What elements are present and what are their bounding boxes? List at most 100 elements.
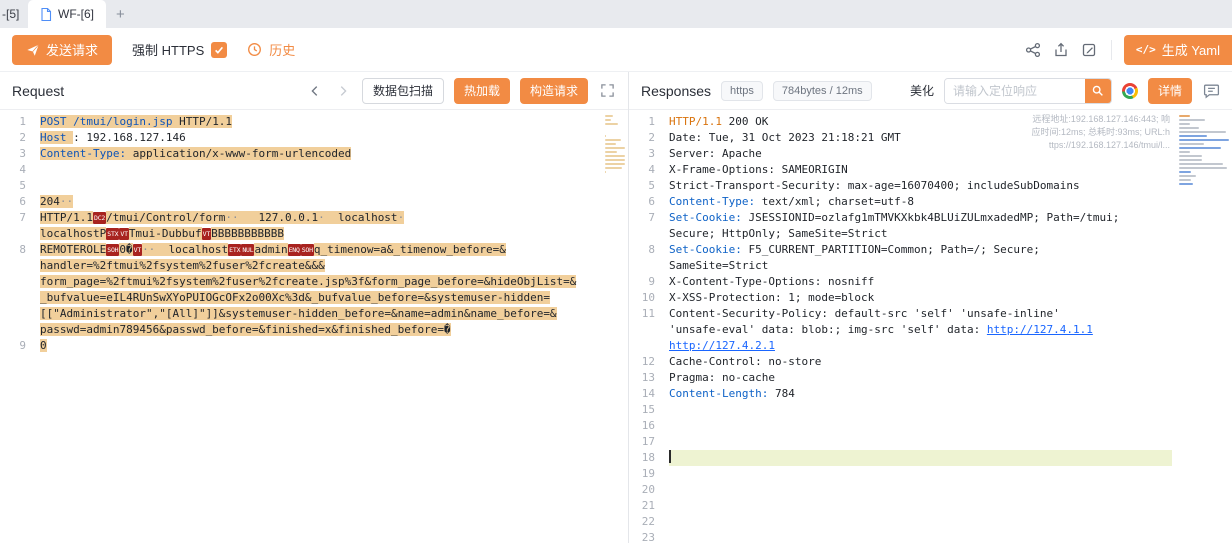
code-line[interactable]: X-XSS-Protection: 1; mode=block bbox=[669, 290, 1172, 306]
response-minimap[interactable] bbox=[1176, 110, 1232, 543]
share-icon[interactable] bbox=[1019, 36, 1047, 64]
chrome-icon[interactable] bbox=[1122, 83, 1138, 99]
chevron-right-icon[interactable] bbox=[334, 82, 352, 100]
code-line[interactable]: SameSite=Strict bbox=[669, 258, 1172, 274]
packet-scan-button[interactable]: 数据包扫描 bbox=[362, 78, 444, 104]
tab-active-webfuzzer[interactable]: WF-[6] bbox=[28, 0, 106, 28]
detail-button[interactable]: 详情 bbox=[1148, 78, 1192, 104]
code-line[interactable]: [["Administrator","[All]"]]&systemuser-h… bbox=[40, 306, 600, 322]
code-row[interactable]: 7HTTP/1.1DC2/tmui/Control/form·· 127.0.0… bbox=[0, 210, 628, 226]
code-row[interactable]: 21 bbox=[629, 498, 1232, 514]
code-row[interactable]: 20 bbox=[629, 482, 1232, 498]
code-row[interactable]: 4X-Frame-Options: SAMEORIGIN bbox=[629, 162, 1232, 178]
export-icon[interactable] bbox=[1047, 36, 1075, 64]
code-line[interactable]: POST /tmui/login.jsp HTTP/1.1 bbox=[40, 114, 600, 130]
code-row[interactable]: 11Content-Security-Policy: default-src '… bbox=[629, 306, 1232, 322]
force-https-checkbox[interactable] bbox=[211, 42, 227, 58]
add-tab-button[interactable]: + bbox=[106, 0, 135, 28]
code-line[interactable]: X-Content-Type-Options: nosniff bbox=[669, 274, 1172, 290]
code-line[interactable]: HTTP/1.1DC2/tmui/Control/form·· 127.0.0.… bbox=[40, 210, 600, 226]
code-row[interactable]: http://127.4.2.1 bbox=[629, 338, 1232, 354]
code-line[interactable]: Strict-Transport-Security: max-age=16070… bbox=[669, 178, 1172, 194]
code-row[interactable]: SameSite=Strict bbox=[629, 258, 1232, 274]
request-minimap[interactable] bbox=[602, 110, 628, 543]
code-row[interactable]: [["Administrator","[All]"]]&systemuser-h… bbox=[0, 306, 628, 322]
code-line[interactable]: Cache-Control: no-store bbox=[669, 354, 1172, 370]
locate-response-input[interactable] bbox=[945, 79, 1085, 103]
code-row[interactable]: 8Set-Cookie: F5_CURRENT_PARTITION=Common… bbox=[629, 242, 1232, 258]
generate-yaml-button[interactable]: </> 生成 Yaml bbox=[1124, 35, 1232, 65]
code-line[interactable] bbox=[669, 402, 1172, 418]
code-row[interactable]: 7Set-Cookie: JSESSIONID=ozlafg1mTMVKXkbk… bbox=[629, 210, 1232, 226]
code-row[interactable]: 6204·· bbox=[0, 194, 628, 210]
code-line[interactable]: Content-Type: text/xml; charset=utf-8 bbox=[669, 194, 1172, 210]
code-line[interactable] bbox=[669, 514, 1172, 530]
history-button[interactable]: 历史 bbox=[247, 40, 295, 59]
code-row[interactable]: 18 bbox=[629, 450, 1232, 466]
code-row[interactable]: 9X-Content-Type-Options: nosniff bbox=[629, 274, 1232, 290]
code-line[interactable]: Content-Length: 784 bbox=[669, 386, 1172, 402]
code-line[interactable]: http://127.4.2.1 bbox=[669, 338, 1172, 354]
code-row[interactable]: Secure; HttpOnly; SameSite=Strict bbox=[629, 226, 1232, 242]
code-row[interactable]: 1POST /tmui/login.jsp HTTP/1.1 bbox=[0, 114, 628, 130]
code-row[interactable]: _bufvalue=eIL4RUnSwXYoPUIOGcOFx2o00Xc%3d… bbox=[0, 290, 628, 306]
response-editor[interactable]: 远程地址:192.168.127.146:443; 响 应时间:12ms; 总耗… bbox=[629, 110, 1232, 543]
code-line[interactable] bbox=[669, 466, 1172, 482]
code-line[interactable]: 204·· bbox=[40, 194, 600, 210]
code-row[interactable]: 6Content-Type: text/xml; charset=utf-8 bbox=[629, 194, 1232, 210]
code-row[interactable]: 3Content-Type: application/x-www-form-ur… bbox=[0, 146, 628, 162]
code-line[interactable]: 'unsafe-eval' data: blob:; img-src 'self… bbox=[669, 322, 1172, 338]
code-row[interactable]: 8REMOTEROLESOH0�VT·· localhostETXNULadmi… bbox=[0, 242, 628, 258]
code-row[interactable]: passwd=admin789456&passwd_before=&finish… bbox=[0, 322, 628, 338]
code-line[interactable]: Set-Cookie: F5_CURRENT_PARTITION=Common;… bbox=[669, 242, 1172, 258]
code-line[interactable]: Content-Type: application/x-www-form-url… bbox=[40, 146, 600, 162]
code-line[interactable]: form_page=%2ftmui%2fsystem%2fuser%2fcrea… bbox=[40, 274, 600, 290]
code-line[interactable]: Pragma: no-cache bbox=[669, 370, 1172, 386]
code-row[interactable]: 13Pragma: no-cache bbox=[629, 370, 1232, 386]
code-row[interactable]: form_page=%2ftmui%2fsystem%2fuser%2fcrea… bbox=[0, 274, 628, 290]
code-line[interactable] bbox=[669, 434, 1172, 450]
send-request-button[interactable]: 发送请求 bbox=[12, 35, 112, 65]
code-line[interactable] bbox=[669, 498, 1172, 514]
construct-request-button[interactable]: 构造请求 bbox=[520, 78, 588, 104]
code-line[interactable]: REMOTEROLESOH0�VT·· localhostETXNULadmin… bbox=[40, 242, 600, 258]
search-button[interactable] bbox=[1085, 79, 1111, 103]
code-row[interactable]: handler=%2ftmui%2fsystem%2fuser%2fcreate… bbox=[0, 258, 628, 274]
code-line[interactable]: Host : 192.168.127.146 bbox=[40, 130, 600, 146]
code-line[interactable]: Set-Cookie: JSESSIONID=ozlafg1mTMVKXkbk4… bbox=[669, 210, 1172, 226]
code-line[interactable]: passwd=admin789456&passwd_before=&finish… bbox=[40, 322, 600, 338]
code-row[interactable]: 15 bbox=[629, 402, 1232, 418]
code-row[interactable]: 5 bbox=[0, 178, 628, 194]
code-line[interactable] bbox=[669, 418, 1172, 434]
code-row[interactable]: 5Strict-Transport-Security: max-age=1607… bbox=[629, 178, 1232, 194]
code-row[interactable]: 10X-XSS-Protection: 1; mode=block bbox=[629, 290, 1232, 306]
code-row[interactable]: localhostPSTXVTTmui-DubbufVTBBBBBBBBBBB bbox=[0, 226, 628, 242]
code-row[interactable]: 23 bbox=[629, 530, 1232, 543]
tab-previous[interactable]: -[5] bbox=[0, 0, 28, 28]
code-row[interactable]: 2Host : 192.168.127.146 bbox=[0, 130, 628, 146]
code-line[interactable]: _bufvalue=eIL4RUnSwXYoPUIOGcOFx2o00Xc%3d… bbox=[40, 290, 600, 306]
code-line[interactable]: Secure; HttpOnly; SameSite=Strict bbox=[669, 226, 1172, 242]
fullscreen-icon[interactable] bbox=[598, 82, 616, 100]
code-row[interactable]: 22 bbox=[629, 514, 1232, 530]
code-row[interactable]: 19 bbox=[629, 466, 1232, 482]
code-line[interactable]: handler=%2ftmui%2fsystem%2fuser%2fcreate… bbox=[40, 258, 600, 274]
chevron-left-icon[interactable] bbox=[306, 82, 324, 100]
code-line[interactable] bbox=[669, 530, 1172, 543]
code-row[interactable]: 12Cache-Control: no-store bbox=[629, 354, 1232, 370]
code-line[interactable]: X-Frame-Options: SAMEORIGIN bbox=[669, 162, 1172, 178]
code-row[interactable]: 16 bbox=[629, 418, 1232, 434]
code-line[interactable]: Content-Security-Policy: default-src 'se… bbox=[669, 306, 1172, 322]
code-line[interactable]: localhostPSTXVTTmui-DubbufVTBBBBBBBBBBB bbox=[40, 226, 600, 242]
code-row[interactable]: 14Content-Length: 784 bbox=[629, 386, 1232, 402]
code-line[interactable] bbox=[40, 162, 600, 178]
message-icon[interactable] bbox=[1202, 82, 1220, 100]
code-row[interactable]: 'unsafe-eval' data: blob:; img-src 'self… bbox=[629, 322, 1232, 338]
edit-icon[interactable] bbox=[1075, 36, 1103, 64]
code-line[interactable] bbox=[669, 482, 1172, 498]
beautify-button[interactable]: 美化 bbox=[910, 82, 934, 99]
code-line[interactable] bbox=[40, 178, 600, 194]
hot-reload-button[interactable]: 热加载 bbox=[454, 78, 510, 104]
request-editor[interactable]: 1POST /tmui/login.jsp HTTP/1.12Host : 19… bbox=[0, 110, 628, 543]
code-row[interactable]: 17 bbox=[629, 434, 1232, 450]
